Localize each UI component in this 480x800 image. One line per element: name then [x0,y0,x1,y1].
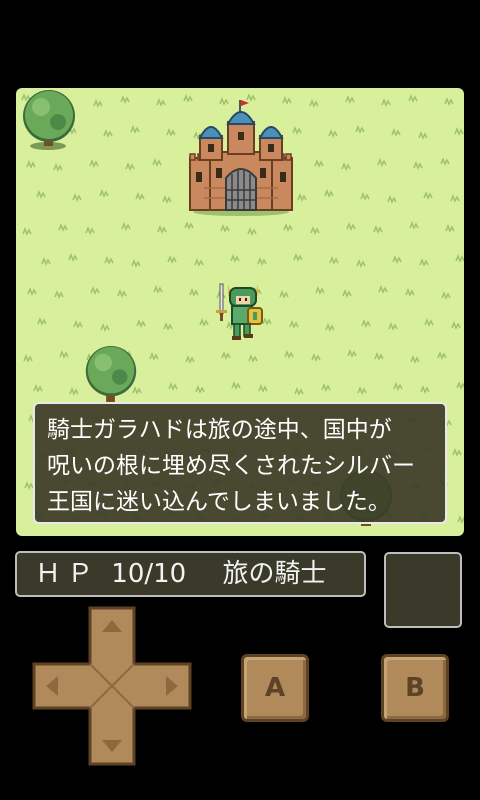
tree-icon [85,345,137,403]
dialogue-line: 王国に迷い込んでしまいました。 [47,489,391,515]
dpad[interactable] [32,606,192,766]
dialogue-line: 呪いの根に埋め尽くされたシルバー [47,453,415,479]
menu-button[interactable] [384,552,462,628]
knight-icon[interactable] [214,280,266,346]
castle-icon [189,100,293,216]
tree-icon [23,90,75,150]
b-button[interactable]: B [381,654,449,722]
a-button-label: A [264,673,286,703]
player-title: 旅の騎士 [222,559,327,589]
b-button-label: B [405,673,425,703]
dialogue-box[interactable]: 騎士ガラハドは旅の途中、国中が 呪いの根に埋め尽くされたシルバー 王国に迷い込ん… [33,402,447,524]
hp-value: 10/10 [111,559,187,589]
a-button[interactable]: A [241,654,309,722]
status-bar: ＨＰ 10/10 旅の騎士 [15,551,366,597]
dialogue-line: 騎士ガラハドは旅の途中、国中が [47,417,392,443]
hp-label: ＨＰ [35,559,100,589]
